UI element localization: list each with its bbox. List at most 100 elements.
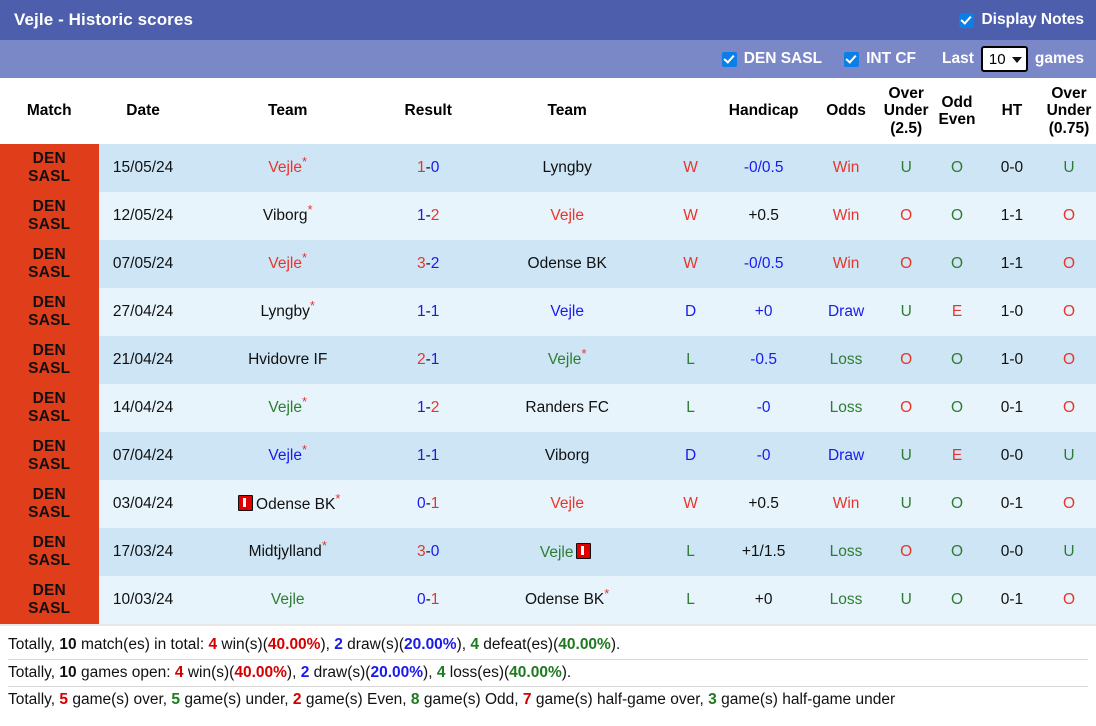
odds-result-value: Win xyxy=(832,159,860,176)
home-team[interactable]: Vejle* xyxy=(187,240,388,288)
odd-even-value: O xyxy=(950,399,964,416)
s2-total: 10 xyxy=(59,663,77,681)
home-team[interactable]: Vejle* xyxy=(187,384,388,432)
halftime-score: 0-0 xyxy=(981,144,1042,192)
away-team[interactable]: Vejle xyxy=(468,480,666,528)
team-name: Viborg xyxy=(262,207,308,224)
table-row[interactable]: DEN SASL 10/03/24 Vejle 0-1 Odense BK* L +0 Loss… xyxy=(0,576,1096,624)
display-notes-label: Display Notes xyxy=(981,11,1084,28)
s1-losses-pct: 40.00% xyxy=(558,636,611,653)
league-badge[interactable]: DEN SASL xyxy=(0,384,99,432)
col-team-home: Team xyxy=(187,78,388,144)
over-under-25-value: U xyxy=(900,303,912,320)
league-badge[interactable]: DEN SASL xyxy=(0,432,99,480)
odds-result: Loss xyxy=(811,384,881,432)
int-cf-checkbox[interactable] xyxy=(844,51,860,67)
home-team[interactable]: Odense BK* xyxy=(187,480,388,528)
table-header-row: Match Date Team Result Team Handicap Odd… xyxy=(0,78,1096,144)
league-badge[interactable]: DEN SASL xyxy=(0,288,99,336)
match-date: 10/03/24 xyxy=(98,576,188,624)
s2-draws-pct: 20.00% xyxy=(370,663,424,681)
halftime-score-value: 1-1 xyxy=(1000,255,1024,272)
league-badge[interactable]: DEN SASL xyxy=(0,336,99,384)
home-team[interactable]: Hvidovre IF xyxy=(187,336,388,384)
league-badge[interactable]: DEN SASL xyxy=(0,144,99,192)
odds-result-value: Draw xyxy=(827,447,865,464)
home-team[interactable]: Viborg* xyxy=(187,192,388,240)
s2-mid1: games open: xyxy=(76,663,175,681)
table-row[interactable]: DEN SASL 12/05/24 Viborg* 1-2 Vejle W +0.5 Win O O… xyxy=(0,192,1096,240)
away-team[interactable]: Vejle xyxy=(468,288,666,336)
s3-half-under: 3 xyxy=(708,691,717,708)
handicap-value-value: -0/0.5 xyxy=(743,255,784,272)
outcome-wdl: D xyxy=(665,432,716,480)
table-row[interactable]: DEN SASL 21/04/24 Hvidovre IF 2-1 Vejle* L -0.5… xyxy=(0,336,1096,384)
games-count-select[interactable]: 51015203050 xyxy=(980,46,1028,72)
table-row[interactable]: DEN SASL 07/04/24 Vejle* 1-1 Viborg D -0 Draw U E 0… xyxy=(0,432,1096,480)
league-badge-line: SASL xyxy=(28,504,71,521)
away-team[interactable]: Randers FC xyxy=(468,384,666,432)
display-notes-toggle[interactable]: Display Notes xyxy=(959,11,1084,29)
red-card-icon xyxy=(576,542,592,559)
over-under-25: O xyxy=(880,192,933,240)
match-date-value: 14/04/24 xyxy=(112,399,174,416)
halftime-score: 0-1 xyxy=(981,480,1042,528)
handicap-value-value: -0 xyxy=(756,399,771,416)
over-under-075-value: U xyxy=(1063,159,1075,176)
col-ou075-l3: (0.75) xyxy=(1048,119,1090,137)
away-team[interactable]: Lyngby xyxy=(468,144,666,192)
odds-result-value: Loss xyxy=(829,399,863,416)
col-date: Date xyxy=(98,78,188,144)
over-under-075: U xyxy=(1042,528,1096,576)
odd-even: O xyxy=(932,528,982,576)
filter-int-cf[interactable]: INT CF xyxy=(844,50,916,68)
over-under-075: U xyxy=(1042,144,1096,192)
table-row[interactable]: DEN SASL 15/05/24 Vejle* 1-0 Lyngby W -0/0.5 Win… xyxy=(0,144,1096,192)
table-row[interactable]: DEN SASL 17/03/24 Midtjylland* 3-0 Vejle L +1/1… xyxy=(0,528,1096,576)
away-team[interactable]: Viborg xyxy=(468,432,666,480)
team-name: Vejle xyxy=(547,351,582,368)
table-row[interactable]: DEN SASL 03/04/24 Odense BK* 0-1 Vejle W +0.5 Wi… xyxy=(0,480,1096,528)
games-count-select-wrap[interactable]: 51015203050 xyxy=(980,46,1028,72)
league-badge[interactable]: DEN SASL xyxy=(0,192,99,240)
away-team[interactable]: Vejle xyxy=(468,192,666,240)
home-team[interactable]: Midtjylland* xyxy=(187,528,388,576)
league-badge[interactable]: DEN SASL xyxy=(0,480,99,528)
home-team[interactable]: Lyngby* xyxy=(187,288,388,336)
over-under-25-value: O xyxy=(900,543,913,560)
home-team[interactable]: Vejle* xyxy=(187,144,388,192)
filter-den-sasl[interactable]: DEN SASL xyxy=(721,50,822,68)
away-team[interactable]: Vejle* xyxy=(468,336,666,384)
den-sasl-checkbox[interactable] xyxy=(721,51,737,67)
over-under-075-value: U xyxy=(1063,543,1075,560)
display-notes-checkbox[interactable] xyxy=(959,12,975,28)
odd-even-value: E xyxy=(951,303,963,320)
odd-even-value: O xyxy=(950,495,964,512)
away-team[interactable]: Odense BK xyxy=(468,240,666,288)
table-row[interactable]: DEN SASL 27/04/24 Lyngby* 1-1 Vejle D +0 Draw U E 1… xyxy=(0,288,1096,336)
league-badge-line: DEN xyxy=(32,341,66,359)
home-team[interactable]: Vejle* xyxy=(187,432,388,480)
table-row[interactable]: DEN SASL 14/04/24 Vejle* 1-2 Randers FC L -0 Los… xyxy=(0,384,1096,432)
away-team[interactable]: Vejle xyxy=(468,528,666,576)
match-result: 3-0 xyxy=(387,528,469,576)
halftime-score: 0-0 xyxy=(981,432,1042,480)
over-under-075: O xyxy=(1042,240,1096,288)
league-badge-line: SASL xyxy=(28,216,71,233)
league-badge[interactable]: DEN SASL xyxy=(0,576,99,624)
league-badge[interactable]: DEN SASL xyxy=(0,528,99,576)
halftime-score-value: 0-0 xyxy=(1000,543,1024,560)
league-badge-line: DEN xyxy=(32,389,66,407)
odds-result-value: Win xyxy=(832,495,860,512)
over-under-25: O xyxy=(880,336,933,384)
league-badge-line: DEN xyxy=(32,245,66,263)
handicap-value-value: +0 xyxy=(754,591,773,608)
away-team[interactable]: Odense BK* xyxy=(468,576,666,624)
league-badge[interactable]: DEN SASL xyxy=(0,240,99,288)
home-team[interactable]: Vejle xyxy=(187,576,388,624)
home-marker-star: * xyxy=(604,585,610,601)
match-date-value: 12/05/24 xyxy=(112,207,174,224)
table-row[interactable]: DEN SASL 07/05/24 Vejle* 3-2 Odense BK W -0/0.5… xyxy=(0,240,1096,288)
home-score: 0 xyxy=(417,495,426,512)
match-date: 07/04/24 xyxy=(98,432,188,480)
